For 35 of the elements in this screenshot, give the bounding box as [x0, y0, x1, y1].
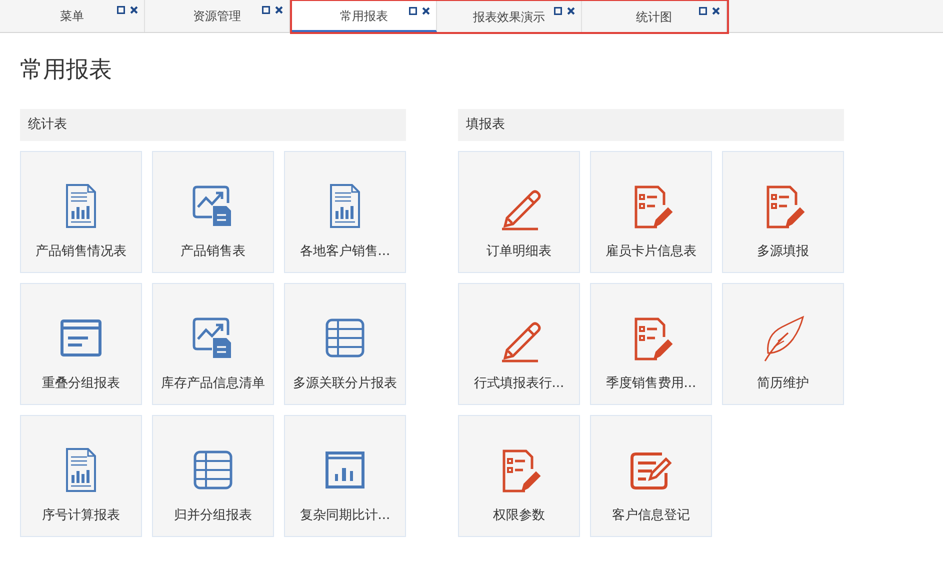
report-card[interactable]: 行式填报表行...: [458, 283, 580, 405]
report-card[interactable]: 库存产品信息清单: [152, 283, 274, 405]
maximize-icon[interactable]: [554, 7, 562, 15]
report-card[interactable]: 产品销售表: [152, 151, 274, 273]
report-card[interactable]: 权限参数: [458, 415, 580, 537]
report-card[interactable]: 产品销售情况表: [20, 151, 142, 273]
report-card[interactable]: 重叠分组报表: [20, 283, 142, 405]
report-card[interactable]: 订单明细表: [458, 151, 580, 273]
tab[interactable]: 菜单: [0, 0, 145, 32]
maximize-icon[interactable]: [409, 7, 417, 15]
close-icon[interactable]: [130, 6, 138, 14]
report-card[interactable]: 多源填报: [722, 151, 844, 273]
tab[interactable]: 统计图: [582, 1, 727, 32]
close-icon[interactable]: [422, 7, 430, 15]
report-card[interactable]: 各地客户销售...: [284, 151, 406, 273]
report-card[interactable]: 多源关联分片报表: [284, 283, 406, 405]
page-title: 常用报表: [20, 56, 112, 85]
report-card[interactable]: 归并分组报表: [152, 415, 274, 537]
report-card[interactable]: 简历维护: [722, 283, 844, 405]
maximize-icon[interactable]: [262, 6, 270, 14]
maximize-icon[interactable]: [699, 7, 707, 15]
report-card[interactable]: 客户信息登记: [590, 415, 712, 537]
report-card[interactable]: 复杂同期比计...: [284, 415, 406, 537]
section-header: 统计表: [20, 109, 406, 141]
maximize-icon[interactable]: [117, 6, 125, 14]
report-card[interactable]: 雇员卡片信息表: [590, 151, 712, 273]
report-card[interactable]: 季度销售费用...: [590, 283, 712, 405]
close-icon[interactable]: [275, 6, 283, 14]
tab[interactable]: 资源管理: [145, 0, 290, 32]
close-icon[interactable]: [567, 7, 575, 15]
tab[interactable]: 常用报表: [292, 1, 437, 32]
report-card[interactable]: 序号计算报表: [20, 415, 142, 537]
close-icon[interactable]: [712, 7, 720, 15]
section-header: 填报表: [458, 109, 844, 141]
tab[interactable]: 报表效果演示: [437, 1, 582, 32]
